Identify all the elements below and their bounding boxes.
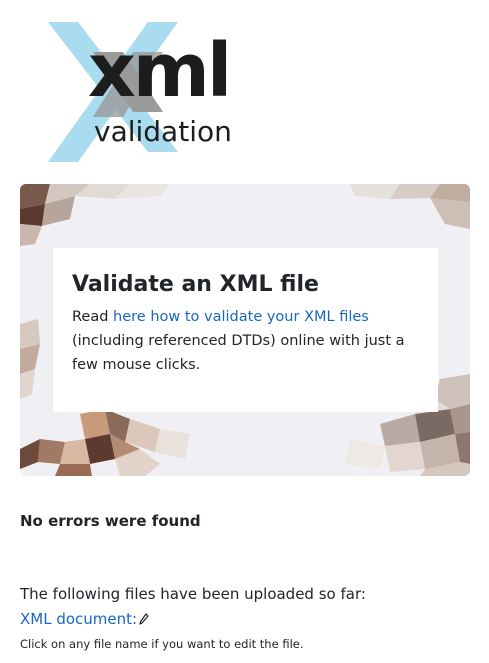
logo-subtitle: validation: [94, 115, 232, 148]
validate-howto-link[interactable]: here how to validate your XML files: [113, 309, 369, 325]
hero-description: Read here how to validate your XML files…: [72, 305, 422, 377]
hero-text-after: (including referenced DTDs) online with …: [72, 333, 405, 373]
hero-banner: Validate an XML file Read here how to va…: [20, 184, 470, 476]
xml-validation-logo: xml validation: [38, 12, 238, 172]
hero-text-before: Read: [72, 309, 114, 325]
hero-card: Validate an XML file Read here how to va…: [53, 248, 438, 412]
hero-title: Validate an XML file: [72, 272, 319, 297]
validation-status: No errors were found: [20, 512, 201, 530]
uploaded-files-intro: The following files have been uploaded s…: [20, 585, 366, 603]
pencil-edit-icon[interactable]: [139, 613, 149, 625]
edit-hint: Click on any file name if you want to ed…: [20, 637, 304, 651]
logo-title: xml: [88, 28, 232, 114]
xml-document-link[interactable]: XML document:: [20, 610, 137, 628]
file-list-item: XML document:: [20, 610, 149, 628]
